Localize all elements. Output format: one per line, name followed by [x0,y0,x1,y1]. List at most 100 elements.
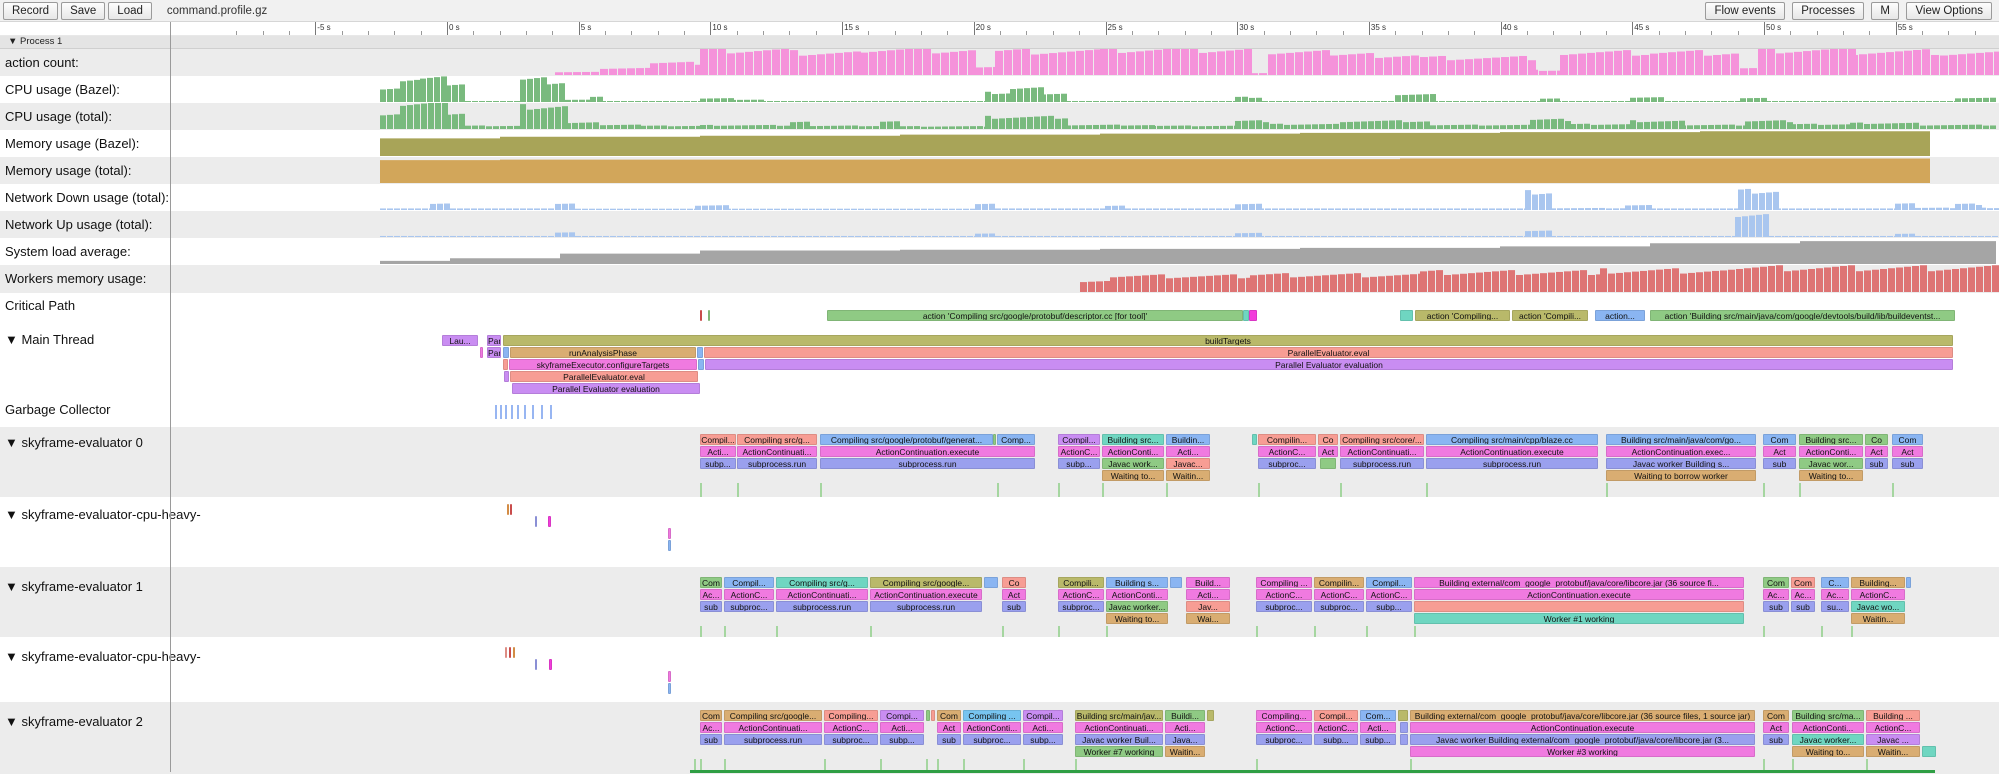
track-critical-path[interactable]: Critical Pathaction 'Compiling src/googl… [0,293,1999,327]
slice[interactable]: ActionC... [1256,722,1312,733]
slice[interactable]: Parallel Evaluator evaluation [705,359,1953,370]
slice[interactable] [504,371,509,382]
slice[interactable]: Compiling src/core/... [1340,434,1424,445]
slice[interactable]: Compiling... [824,710,878,721]
slice[interactable]: ActionContinuation.execute [870,589,982,600]
cpu-usage-bazel-chart[interactable] [0,76,1999,103]
slice[interactable]: Compil... [1366,577,1412,588]
track-skyframe-evaluator-1[interactable]: ▼ skyframe-evaluator 1ComCompil...Compil… [0,567,1999,637]
gc-event-tick[interactable] [505,405,507,419]
slice[interactable]: action 'Compiling... [1415,310,1510,321]
slice[interactable]: subp... [880,734,924,745]
gc-event-tick[interactable] [517,405,519,419]
track-garbage-collector[interactable]: Garbage Collector [0,397,1999,427]
track-label-skyframe-evaluator-2[interactable]: ▼ skyframe-evaluator 2 [5,714,143,729]
slice[interactable]: Co [1002,577,1026,588]
process-header[interactable]: ▼ Process 1 [0,36,1999,49]
slice[interactable]: Building src... [1102,434,1164,445]
slice[interactable]: Building... [1851,577,1905,588]
slice[interactable]: ActionContinuation.exec... [1606,446,1756,457]
slice[interactable]: Jav... [1186,601,1230,612]
slice[interactable]: Javac worker... [1106,601,1168,612]
track-cpu-usage-total[interactable]: CPU usage (total): [0,103,1999,130]
slice[interactable] [708,310,710,321]
slice[interactable] [1207,710,1214,721]
track-memory-usage-bazel[interactable]: Memory usage (Bazel): [0,130,1999,157]
slice[interactable]: Buildin... [1166,434,1210,445]
slice[interactable]: ActionContinuati... [776,589,868,600]
metadata-button[interactable]: M [1871,2,1899,20]
memory-usage-bazel-chart[interactable] [0,130,1999,157]
slice[interactable]: Act [1002,589,1026,600]
slice[interactable] [1400,310,1413,321]
slice[interactable]: Acti... [1186,589,1230,600]
gc-event-tick[interactable] [532,405,534,419]
slice[interactable]: subproc... [1256,734,1312,745]
slice[interactable]: sub [1791,601,1815,612]
slice[interactable]: Com [1763,577,1789,588]
slice[interactable]: Act [1763,446,1796,457]
memory-usage-total-chart[interactable] [0,157,1999,184]
slice[interactable] [926,710,930,721]
timeline-ruler[interactable]: -5 s0 s5 s10 s15 s20 s25 s30 s35 s40 s45… [0,22,1999,36]
slice[interactable]: Waiting to... [1799,470,1863,481]
slice[interactable]: Com [937,710,961,721]
flow-events-button[interactable]: Flow events [1705,2,1784,20]
slice[interactable] [1398,710,1408,721]
slice[interactable]: ActionC... [824,722,878,733]
slice[interactable]: sub [700,601,722,612]
slice[interactable]: Building external/com_google_protobuf/ja… [1410,710,1755,721]
slice[interactable]: Building src/ma... [1792,710,1864,721]
slice[interactable] [668,683,671,694]
slice[interactable]: Building ... [1866,710,1920,721]
slice[interactable]: action 'Building src/main/java/com/googl… [1650,310,1955,321]
slice[interactable]: buildTargets [503,335,1953,346]
slice[interactable]: runAnalysisPhase [510,347,696,358]
track-skyframe-evaluator-0[interactable]: ▼ skyframe-evaluator 0Compil...Compiling… [0,427,1999,497]
track-skyframe-evaluator-cpu-heavy-2[interactable]: ▼ skyframe-evaluator-cpu-heavy- [0,637,1999,702]
slice[interactable]: Javac worker Building external/com_googl… [1410,734,1755,745]
slice[interactable]: ActionContinuati... [737,446,817,457]
track-label-skyframe-evaluator-1[interactable]: ▼ skyframe-evaluator 1 [5,579,143,594]
track-system-load-average[interactable]: System load average: [0,238,1999,265]
slice[interactable]: Compi... [880,710,924,721]
slice[interactable]: Act [1763,722,1789,733]
action-count-chart[interactable] [0,49,1999,76]
slice[interactable] [535,516,537,527]
slice[interactable]: ActionC... [1258,446,1316,457]
slice[interactable]: Javac... [1166,458,1210,469]
slice[interactable]: ActionC... [1866,722,1920,733]
slice[interactable]: Compiling src/google/protobuf/generat... [820,434,993,445]
slice[interactable]: Waiting to... [1792,746,1864,757]
gc-event-tick[interactable] [495,405,497,419]
slice[interactable]: action... [1595,310,1645,321]
slice[interactable] [503,347,509,358]
slice[interactable] [507,504,509,515]
track-label-skyframe-evaluator-0[interactable]: ▼ skyframe-evaluator 0 [5,435,143,450]
view-options-button[interactable]: View Options [1906,2,1992,20]
slice[interactable]: ParallelEvaluator.eval [704,347,1953,358]
slice[interactable]: subproc... [1314,601,1364,612]
slice[interactable]: Com [1763,710,1789,721]
network-up-usage-chart[interactable] [0,211,1999,238]
slice[interactable]: Compil... [1314,710,1358,721]
slice[interactable] [1170,577,1182,588]
slice[interactable]: sub [937,734,961,745]
slice[interactable]: Compilin... [1314,577,1364,588]
slice[interactable]: ActionC... [1366,589,1412,600]
gc-event-tick[interactable] [541,405,543,419]
slice[interactable] [509,647,511,658]
slice[interactable]: subproc... [824,734,878,745]
slice[interactable]: Par [487,347,501,358]
slice[interactable]: subproc... [1258,458,1316,469]
slice[interactable]: ActionContinuati... [724,722,822,733]
slice[interactable]: ActionContinuation.execute [820,446,1035,457]
slice[interactable]: Compili... [1058,577,1104,588]
slice[interactable]: Worker #7 working [1075,746,1163,757]
slice[interactable]: sub [1865,458,1888,469]
slice[interactable]: Waitin... [1165,746,1205,757]
slice[interactable]: Worker #3 working [1410,746,1755,757]
slice[interactable]: ActionConti... [1799,446,1863,457]
slice[interactable]: ActionC... [1058,446,1100,457]
slice[interactable] [984,577,998,588]
